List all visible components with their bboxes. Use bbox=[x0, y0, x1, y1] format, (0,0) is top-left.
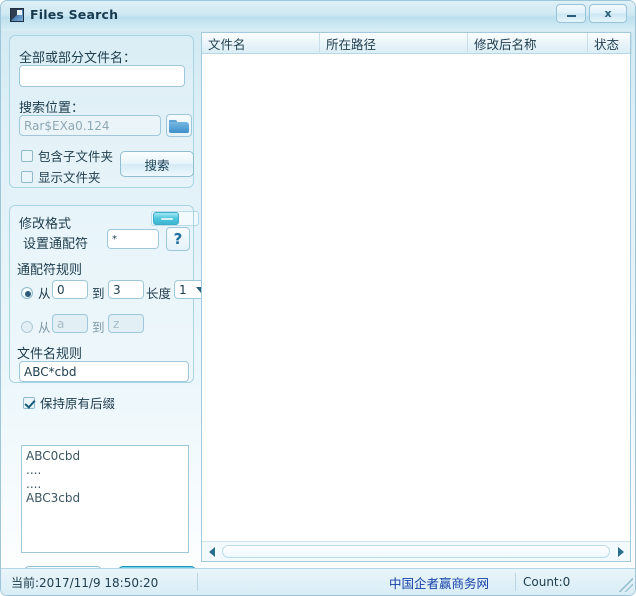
rule-length-label: 长度 bbox=[146, 283, 171, 302]
status-divider bbox=[515, 573, 516, 591]
filename-label: 全部或部分文件名： bbox=[19, 47, 136, 66]
rule-numeric-to-input[interactable] bbox=[108, 280, 144, 299]
status-count: Count:0 bbox=[523, 569, 570, 595]
preview-line: .... bbox=[26, 463, 184, 477]
title-bar-left: Files Search bbox=[10, 7, 118, 22]
preview-list[interactable]: ABC0cbd........ABC3cbd bbox=[21, 445, 189, 553]
status-brand: 中国企者赢商务网 bbox=[389, 569, 489, 595]
checkbox-box bbox=[23, 397, 35, 409]
column-header[interactable]: 修改后名称 bbox=[468, 33, 588, 54]
rule-numeric-from-label: 从 bbox=[38, 283, 51, 302]
scroll-right-button[interactable] bbox=[612, 543, 629, 560]
wildcard-rules-title: 通配符规则 bbox=[17, 259, 82, 278]
search-button[interactable]: 搜索 bbox=[120, 151, 194, 177]
rule-numeric-from-input[interactable] bbox=[52, 280, 88, 299]
rule-alpha-to-input[interactable] bbox=[108, 314, 144, 333]
application-icon bbox=[10, 8, 24, 22]
arrow-left-icon bbox=[209, 547, 215, 557]
left-panel: 全部或部分文件名： 搜索位置： 包含子文件夹 显示文件夹 搜索 修改格式 设置通… bbox=[7, 33, 196, 563]
radio-dot bbox=[21, 321, 33, 333]
format-group-title: 修改格式 bbox=[19, 213, 71, 232]
location-input[interactable] bbox=[19, 115, 161, 136]
scrollbar-thumb[interactable] bbox=[222, 545, 610, 558]
results-body[interactable] bbox=[202, 55, 630, 540]
radio-dot bbox=[21, 287, 33, 299]
status-divider bbox=[197, 573, 198, 591]
status-time: 当前:2017/11/9 18:50:20 bbox=[11, 569, 158, 595]
minimize-icon bbox=[567, 15, 576, 17]
keep-suffix-label: 保持原有后缀 bbox=[40, 393, 115, 412]
folder-icon bbox=[169, 119, 189, 133]
results-header: 文件名所在路径修改后名称状态 bbox=[202, 33, 630, 54]
rule-alpha-radio[interactable]: 从 bbox=[21, 317, 51, 336]
results-panel: 文件名所在路径修改后名称状态 bbox=[201, 32, 631, 562]
browse-folder-button[interactable] bbox=[166, 114, 192, 137]
name-rule-input[interactable] bbox=[19, 361, 189, 382]
title-bar: Files Search x bbox=[1, 1, 636, 31]
wildcard-label: 设置通配符 bbox=[23, 233, 88, 252]
application-window: Files Search x 全部或部分文件名： 搜索位置： 包含子文件夹 显示… bbox=[0, 0, 636, 596]
rule-numeric-to-label: 到 bbox=[92, 283, 105, 302]
filename-input[interactable] bbox=[19, 65, 185, 87]
rule-numeric-radio[interactable]: 从 bbox=[21, 283, 51, 302]
column-header[interactable]: 文件名 bbox=[202, 33, 320, 54]
rule-alpha-from-input[interactable] bbox=[52, 314, 88, 333]
name-rule-label: 文件名规则 bbox=[17, 343, 82, 362]
preview-line: .... bbox=[26, 477, 184, 491]
rule-length-value: 1 bbox=[179, 283, 187, 297]
status-bar: 当前:2017/11/9 18:50:20 中国企者赢商务网 Count:0 bbox=[1, 568, 636, 595]
checkbox-box bbox=[21, 150, 33, 162]
help-icon-button[interactable]: ? bbox=[166, 227, 190, 251]
column-header[interactable]: 所在路径 bbox=[320, 33, 468, 54]
show-folders-label: 显示文件夹 bbox=[38, 167, 101, 186]
checkbox-box bbox=[21, 171, 33, 183]
arrow-right-icon bbox=[618, 547, 624, 557]
preview-line: ABC0cbd bbox=[26, 449, 184, 463]
keep-suffix-checkbox[interactable]: 保持原有后缀 bbox=[23, 393, 115, 412]
preview-line: ABC3cbd bbox=[26, 491, 184, 505]
show-folders-checkbox[interactable]: 显示文件夹 bbox=[21, 167, 101, 186]
window-title: Files Search bbox=[30, 7, 118, 22]
rule-alpha-to-label: 到 bbox=[92, 317, 105, 336]
rule-alpha-from-label: 从 bbox=[38, 317, 51, 336]
wildcard-input[interactable] bbox=[107, 229, 159, 249]
scroll-left-button[interactable] bbox=[203, 543, 220, 560]
close-button[interactable]: x bbox=[589, 4, 627, 23]
minimize-button[interactable] bbox=[556, 4, 586, 23]
include-subfolders-checkbox[interactable]: 包含子文件夹 bbox=[21, 146, 113, 165]
location-label: 搜索位置： bbox=[19, 97, 84, 116]
column-header[interactable]: 状态 bbox=[588, 33, 632, 54]
include-subfolders-label: 包含子文件夹 bbox=[38, 146, 113, 165]
horizontal-scrollbar[interactable] bbox=[202, 541, 630, 561]
resize-grip[interactable] bbox=[619, 578, 633, 592]
